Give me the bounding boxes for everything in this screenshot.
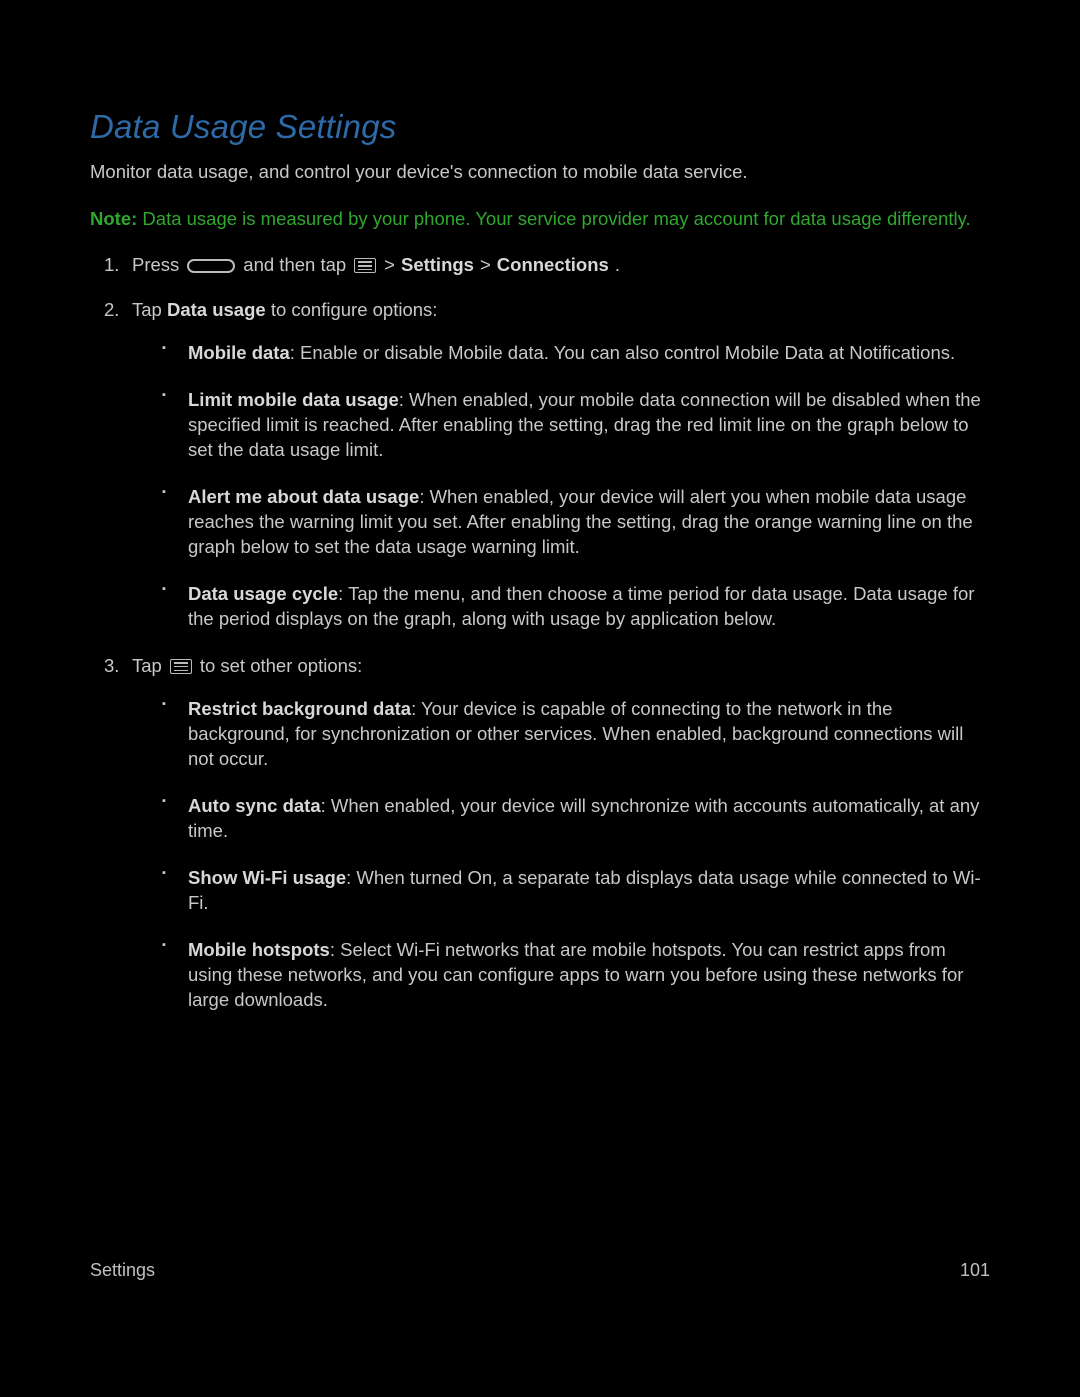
- item-bold: Show Wi-Fi usage: [188, 867, 346, 888]
- step2-pre: Tap: [132, 299, 167, 320]
- item-bold: Data usage cycle: [188, 583, 338, 604]
- note-text: Data usage is measured by your phone. Yo…: [137, 208, 970, 229]
- menu-icon: [170, 659, 192, 674]
- list-item: Mobile data: Enable or disable Mobile da…: [188, 341, 990, 366]
- item-bold: Alert me about data usage: [188, 486, 419, 507]
- step1-dot: .: [615, 253, 620, 278]
- step1-gt1: >: [384, 253, 395, 278]
- menu-icon: [354, 258, 376, 273]
- step2-post: to configure options:: [266, 299, 438, 320]
- footer-section: Settings: [90, 1258, 155, 1282]
- list-item: Data usage cycle: Tap the menu, and then…: [188, 582, 990, 632]
- list-item: Auto sync data: When enabled, your devic…: [188, 794, 990, 844]
- steps-list: Press and then tap > Settings > Connecti…: [90, 253, 990, 1012]
- step3-sublist: Restrict background data: Your device is…: [132, 697, 990, 1013]
- step3-post: to set other options:: [200, 654, 363, 679]
- list-item: Mobile hotspots: Select Wi-Fi networks t…: [188, 938, 990, 1013]
- step1-gt2: >: [480, 253, 491, 278]
- item-bold: Mobile hotspots: [188, 939, 330, 960]
- item-bold: Restrict background data: [188, 698, 411, 719]
- item-bold: Auto sync data: [188, 795, 321, 816]
- list-item: Restrict background data: Your device is…: [188, 697, 990, 772]
- step2-bold: Data usage: [167, 299, 266, 320]
- note-block: Note: Data usage is measured by your pho…: [90, 207, 990, 232]
- item-rest: : Enable or disable Mobile data. You can…: [290, 342, 955, 363]
- footer-page-number: 101: [960, 1258, 990, 1282]
- note-label: Note:: [90, 208, 137, 229]
- list-item: Show Wi-Fi usage: When turned On, a sepa…: [188, 866, 990, 916]
- step1-press: Press: [132, 253, 179, 278]
- page-title: Data Usage Settings: [90, 105, 990, 150]
- document-page: Data Usage Settings Monitor data usage, …: [90, 105, 990, 1290]
- step2-sublist: Mobile data: Enable or disable Mobile da…: [132, 341, 990, 632]
- step-3: Tap to set other options: Restrict backg…: [132, 654, 990, 1013]
- list-item: Limit mobile data usage: When enabled, y…: [188, 388, 990, 463]
- home-button-icon: [187, 259, 235, 273]
- step-1: Press and then tap > Settings > Connecti…: [132, 253, 990, 278]
- page-footer: Settings 101: [90, 1258, 990, 1282]
- intro-text: Monitor data usage, and control your dev…: [90, 160, 990, 185]
- list-item: Alert me about data usage: When enabled,…: [188, 485, 990, 560]
- item-bold: Limit mobile data usage: [188, 389, 399, 410]
- step3-pre: Tap: [132, 654, 162, 679]
- step-2: Tap Data usage to configure options: Mob…: [132, 298, 990, 632]
- step1-connections: Connections: [497, 253, 609, 278]
- step1-settings: Settings: [401, 253, 474, 278]
- item-bold: Mobile data: [188, 342, 290, 363]
- step1-andthen: and then tap: [243, 253, 346, 278]
